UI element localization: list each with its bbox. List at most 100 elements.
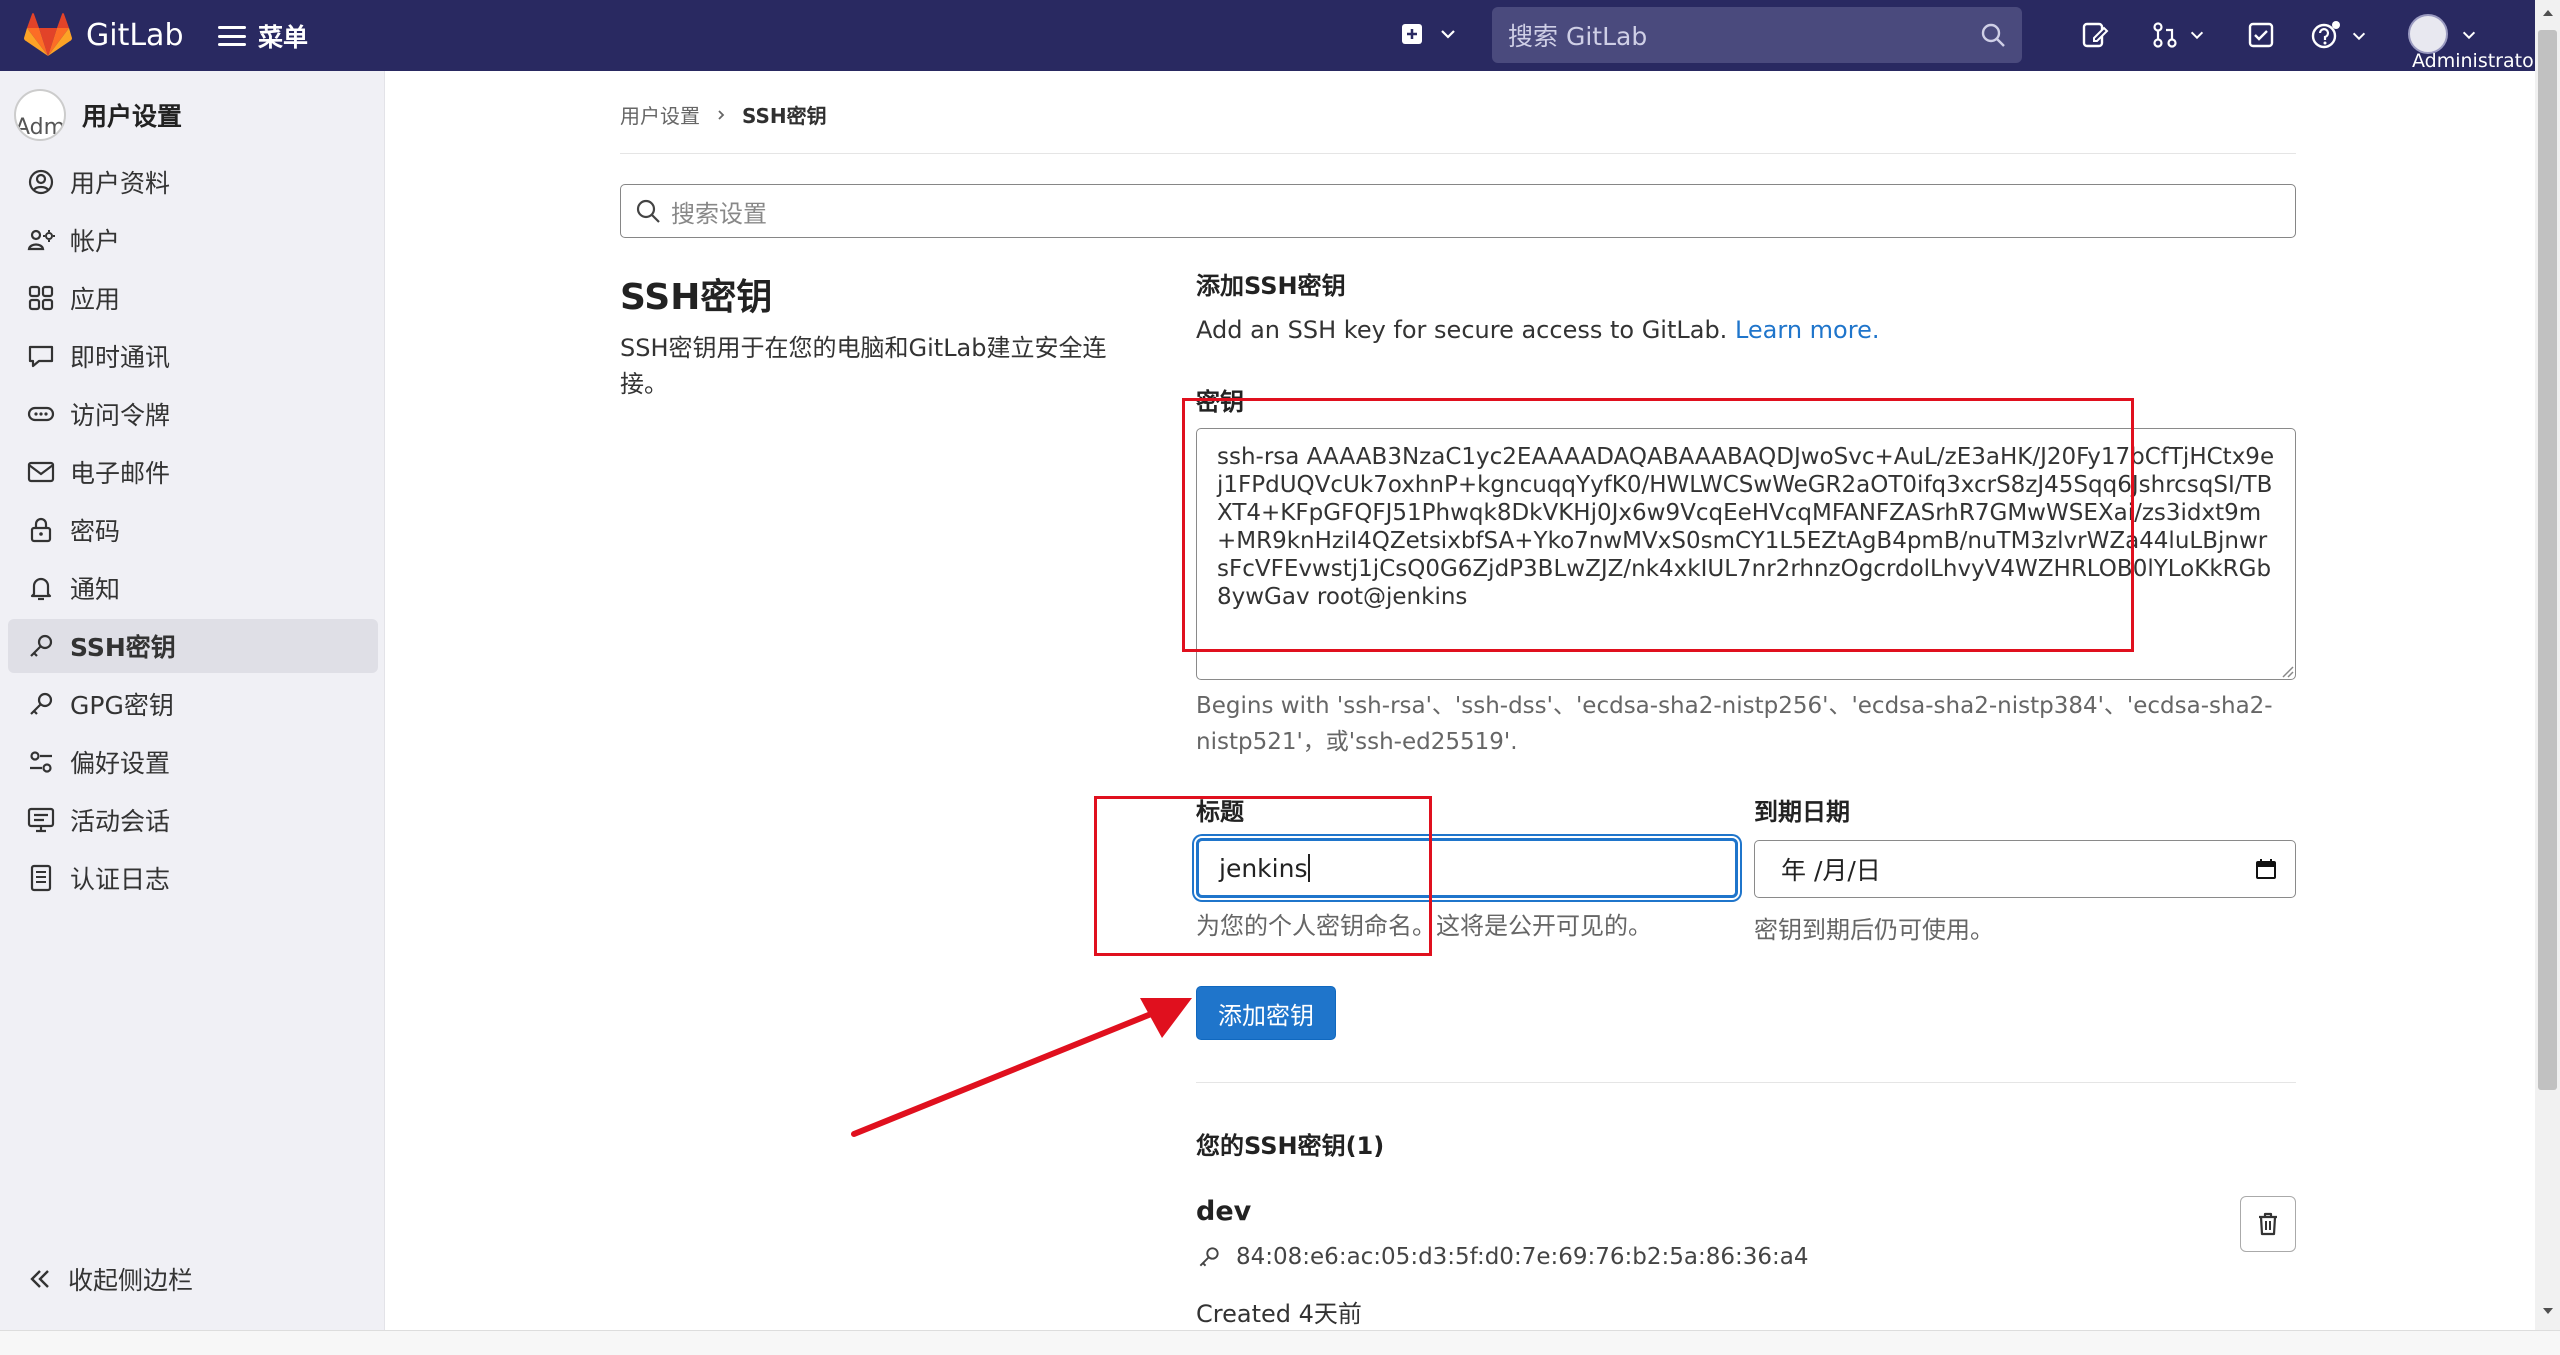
sidebar-header[interactable]: Adm 用户设置 <box>14 89 182 141</box>
hamburger-icon <box>218 26 246 46</box>
your-ssh-keys-title: 您的SSH密钥(1) <box>1196 1132 1385 1160</box>
sidebar-item-label: 应用 <box>70 285 121 314</box>
sidebar-item-auth-log[interactable]: 认证日志 <box>8 851 378 905</box>
sidebar-item-label: 帐户 <box>70 227 121 256</box>
ssh-key-name[interactable]: dev <box>1196 1196 1251 1227</box>
sidebar-item-label: SSH密钥 <box>70 633 176 662</box>
expires-label: 到期日期 <box>1754 798 1850 826</box>
divider <box>620 153 2296 154</box>
sidebar-item-preferences[interactable]: 偏好设置 <box>8 735 378 789</box>
avatar: Adm <box>14 89 66 141</box>
help-button[interactable] <box>2310 20 2368 52</box>
sidebar-item-label: 通知 <box>70 575 121 604</box>
sidebar-item-gpg-keys[interactable]: GPG密钥 <box>8 677 378 731</box>
learn-more-link[interactable]: Learn more. <box>1735 316 1880 344</box>
global-search-placeholder: 搜索 GitLab <box>1508 22 1648 51</box>
chevron-right-icon <box>718 109 725 120</box>
key-icon <box>30 692 53 715</box>
sidebar-item-label: 偏好设置 <box>70 749 171 778</box>
double-chevron-left-icon <box>30 1270 49 1288</box>
key-icon <box>1199 1247 1219 1267</box>
search-settings-input[interactable]: 搜索设置 <box>620 184 2296 238</box>
calendar-icon[interactable] <box>2255 858 2277 880</box>
sidebar-item-label: 即时通讯 <box>70 343 171 372</box>
main-menu-button[interactable]: 菜单 <box>218 18 308 54</box>
ssh-key-fingerprint-value: 84:08:e6:ac:05:d3:5f:d0:7e:69:76:b2:5a:8… <box>1236 1244 1809 1270</box>
sidebar-item-account[interactable]: 帐户 <box>8 213 378 267</box>
collapse-sidebar-label: 收起侧边栏 <box>68 1266 194 1295</box>
section-description: SSH密钥用于在您的电脑和GitLab建立安全连接。 <box>620 334 1107 398</box>
add-ssh-key-description-text: Add an SSH key for secure access to GitL… <box>1196 316 1728 344</box>
app-window: GitLab 菜单 搜索 GitLab Administrato Adm 用户设… <box>0 0 2560 1355</box>
scroll-up-arrow-icon[interactable] <box>2540 6 2556 20</box>
annotation-arrow-icon <box>851 998 1192 1137</box>
sidebar-item-label: 用户资料 <box>70 169 171 198</box>
sidebar-item-label: 认证日志 <box>70 865 171 894</box>
key-icon <box>30 634 53 657</box>
expires-help-text: 密钥到期后仍可使用。 <box>1754 916 1994 944</box>
vertical-scrollbar-thumb[interactable] <box>2538 30 2557 1090</box>
annotation-box-title <box>1094 796 1432 956</box>
section-title: SSH密钥 <box>620 277 773 318</box>
expires-date-input[interactable]: 年 /月/日 <box>1754 840 2296 898</box>
sidebar-item-applications[interactable]: 应用 <box>8 271 378 325</box>
global-search-input[interactable]: 搜索 GitLab <box>1492 7 2022 63</box>
merge-requests-button[interactable] <box>2150 20 2206 50</box>
sidebar-item-label: 密码 <box>70 517 121 546</box>
sidebar-item-access-tokens[interactable]: 访问令牌 <box>8 387 378 441</box>
scroll-down-arrow-icon[interactable] <box>2540 1304 2556 1318</box>
account-icon <box>27 229 55 251</box>
annotation-box-key <box>1182 398 2134 652</box>
sidebar-item-label: 活动会话 <box>70 807 171 836</box>
help-icon <box>2311 21 2340 49</box>
log-icon <box>30 864 52 892</box>
sidebar-item-password[interactable]: 密码 <box>8 503 378 557</box>
sidebar-item-ssh-keys[interactable]: SSH密钥 <box>8 619 378 673</box>
resize-handle-icon[interactable] <box>2280 664 2294 678</box>
chevron-down-icon <box>1441 30 1455 39</box>
sidebar-item-notifications[interactable]: 通知 <box>8 561 378 615</box>
breadcrumb-current[interactable]: SSH密钥 <box>742 100 827 129</box>
top-navbar: GitLab 菜单 搜索 GitLab Administrato <box>0 0 2535 72</box>
sidebar-item-emails[interactable]: 电子邮件 <box>8 445 378 499</box>
chevron-down-icon <box>2190 31 2204 40</box>
monitor-icon <box>27 807 55 833</box>
sidebar-item-active-sessions[interactable]: 活动会话 <box>8 793 378 847</box>
sidebar-item-label: 电子邮件 <box>70 459 171 488</box>
search-icon <box>1981 23 2005 47</box>
sidebar-title: 用户设置 <box>82 102 183 131</box>
comment-icon <box>28 345 54 368</box>
new-dropdown-button[interactable] <box>1400 22 1458 46</box>
token-icon <box>27 406 55 422</box>
ssh-key-created: Created 4天前 <box>1196 1300 1362 1328</box>
sidebar-item-label: GPG密钥 <box>70 691 174 720</box>
chevron-down-icon <box>2352 32 2366 41</box>
preferences-icon <box>30 751 52 773</box>
user-name[interactable]: Administrato <box>2412 50 2534 72</box>
search-icon <box>636 199 660 223</box>
add-ssh-key-description: Add an SSH key for secure access to GitL… <box>1196 316 1879 344</box>
trash-icon <box>2259 1212 2277 1236</box>
sidebar-item-profile[interactable]: 用户资料 <box>8 155 378 209</box>
plus-square-icon <box>1402 24 1422 44</box>
bell-icon <box>30 577 52 601</box>
divider <box>1196 1082 2296 1083</box>
lock-icon <box>30 517 52 543</box>
issues-icon[interactable] <box>2080 20 2110 50</box>
gitlab-logo-icon[interactable] <box>24 12 72 58</box>
collapse-sidebar-button[interactable]: 收起侧边栏 <box>26 1261 193 1297</box>
user-avatar[interactable] <box>2408 14 2448 54</box>
sidebar-item-chat[interactable]: 即时通讯 <box>8 329 378 383</box>
todo-icon[interactable] <box>2246 20 2276 50</box>
breadcrumb-parent[interactable]: 用户设置 <box>620 100 700 129</box>
sidebar-item-label: 访问令牌 <box>70 401 171 430</box>
key-help-text: Begins with 'ssh-rsa'、'ssh-dss'、'ecdsa-s… <box>1196 693 2273 755</box>
breadcrumb: 用户设置 SSH密钥 <box>620 100 827 129</box>
mail-icon <box>27 461 55 483</box>
brand-name[interactable]: GitLab <box>86 18 184 53</box>
chevron-down-icon[interactable] <box>2460 26 2478 44</box>
add-key-button[interactable]: 添加密钥 <box>1196 986 1336 1040</box>
delete-key-button[interactable] <box>2240 1196 2296 1252</box>
menu-label: 菜单 <box>258 23 309 52</box>
search-settings-placeholder: 搜索设置 <box>671 199 767 228</box>
